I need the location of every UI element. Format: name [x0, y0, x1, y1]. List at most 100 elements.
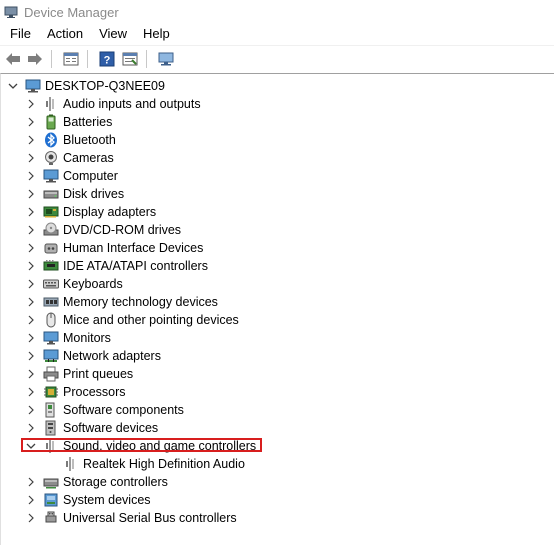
tree-category[interactable]: Network adapters [25, 347, 161, 365]
chevron-right-icon[interactable] [25, 185, 37, 203]
tree-category[interactable]: Software devices [25, 419, 158, 437]
tree-category[interactable]: Cameras [25, 149, 114, 167]
chevron-right-icon[interactable] [25, 149, 37, 167]
tree-category[interactable]: DVD/CD-ROM drives [25, 221, 181, 239]
chevron-right-icon[interactable] [25, 473, 37, 491]
scan-hardware-changes-button[interactable] [156, 49, 176, 69]
forward-arrow-icon [28, 53, 42, 65]
chevron-right-icon[interactable] [25, 257, 37, 275]
menu-action[interactable]: Action [39, 26, 91, 41]
toolbar-separator [51, 50, 52, 68]
chevron-right-icon[interactable] [25, 491, 37, 509]
svg-text:?: ? [104, 55, 111, 67]
chevron-right-icon[interactable] [25, 401, 37, 419]
chevron-right-icon[interactable] [25, 131, 37, 149]
category-label: Software components [63, 403, 184, 417]
help-icon: ? [99, 51, 115, 67]
tree-category[interactable]: Computer [25, 167, 118, 185]
chevron-right-icon[interactable] [25, 113, 37, 131]
tree-device-item[interactable]: Realtek High Definition Audio [63, 455, 245, 473]
tree-category[interactable]: Audio inputs and outputs [25, 95, 201, 113]
show-hide-console-tree-button[interactable] [61, 49, 81, 69]
category-label: Universal Serial Bus controllers [63, 511, 237, 525]
category-label: Disk drives [63, 187, 125, 201]
memory-icon [43, 294, 59, 310]
chevron-right-icon[interactable] [25, 383, 37, 401]
category-label: Monitors [63, 331, 111, 345]
system-devices-icon [43, 492, 59, 508]
toolbar: ? [0, 45, 554, 72]
mouse-icon [43, 312, 59, 328]
tree-category[interactable]: Mice and other pointing devices [25, 311, 239, 329]
computer-icon [25, 78, 41, 94]
tree-category[interactable]: Universal Serial Bus controllers [25, 509, 237, 527]
category-label: Batteries [63, 115, 113, 129]
usb-icon [43, 510, 59, 526]
chevron-right-icon[interactable] [25, 275, 37, 293]
tree-root[interactable]: DESKTOP-Q3NEE09 [7, 77, 165, 95]
category-label: Processors [63, 385, 126, 399]
software-device-icon [43, 420, 59, 436]
chevron-right-icon[interactable] [25, 167, 37, 185]
chevron-right-icon[interactable] [25, 347, 37, 365]
help-button[interactable]: ? [97, 49, 117, 69]
tree-category[interactable]: IDE ATA/ATAPI controllers [25, 257, 208, 275]
tree-category[interactable]: System devices [25, 491, 151, 509]
console-tree-icon [63, 52, 79, 66]
chevron-right-icon[interactable] [25, 329, 37, 347]
menu-bar: File Action View Help [0, 24, 554, 43]
chevron-right-icon[interactable] [25, 221, 37, 239]
tree-category[interactable]: Storage controllers [25, 473, 168, 491]
dvd-drive-icon [43, 222, 59, 238]
tree-category[interactable]: Processors [25, 383, 126, 401]
menu-view[interactable]: View [91, 26, 135, 41]
computer-icon [43, 168, 59, 184]
toolbar-separator [146, 50, 147, 68]
tree-category[interactable]: Print queues [25, 365, 133, 383]
forward-button[interactable] [25, 49, 45, 69]
software-component-icon [43, 402, 59, 418]
chevron-right-icon[interactable] [25, 239, 37, 257]
tree-category[interactable]: Disk drives [25, 185, 124, 203]
chevron-down-icon[interactable] [7, 77, 19, 95]
tree-category[interactable]: Memory technology devices [25, 293, 218, 311]
processor-icon [43, 384, 59, 400]
category-label: Human Interface Devices [63, 241, 204, 255]
ide-controller-icon [43, 258, 59, 274]
back-arrow-icon [6, 53, 20, 65]
tree-category[interactable]: Display adapters [25, 203, 156, 221]
tree-category[interactable]: Human Interface Devices [25, 239, 203, 257]
properties-button[interactable] [120, 49, 140, 69]
chevron-right-icon[interactable] [25, 203, 37, 221]
chevron-right-icon[interactable] [25, 293, 37, 311]
disk-drive-icon [43, 186, 59, 202]
chevron-right-icon[interactable] [25, 419, 37, 437]
chevron-right-icon[interactable] [25, 509, 37, 527]
category-label: Keyboards [63, 277, 123, 291]
tree-category[interactable]: Batteries [25, 113, 112, 131]
camera-icon [43, 150, 59, 166]
window-title: Device Manager [24, 4, 119, 20]
category-label: System devices [63, 493, 151, 507]
chevron-right-icon[interactable] [25, 311, 37, 329]
menu-help[interactable]: Help [135, 26, 178, 41]
menu-file[interactable]: File [0, 26, 39, 41]
category-label: Audio inputs and outputs [63, 97, 201, 111]
tree-category[interactable]: Software components [25, 401, 184, 419]
tree-category[interactable]: Monitors [25, 329, 111, 347]
battery-icon [43, 114, 59, 130]
category-label: Display adapters [63, 205, 157, 219]
toolbar-separator [87, 50, 88, 68]
category-label: Bluetooth [63, 133, 116, 147]
monitor-icon [43, 330, 59, 346]
title-bar: Device Manager [0, 0, 554, 24]
chevron-right-icon[interactable] [25, 95, 37, 113]
chevron-right-icon[interactable] [25, 365, 37, 383]
device-label: Realtek High Definition Audio [83, 457, 245, 471]
device-manager-icon [4, 5, 18, 19]
bluetooth-icon [43, 132, 59, 148]
tree-category[interactable]: Keyboards [25, 275, 123, 293]
back-button[interactable] [3, 49, 23, 69]
category-label: Print queues [63, 367, 134, 381]
tree-category[interactable]: Bluetooth [25, 131, 116, 149]
